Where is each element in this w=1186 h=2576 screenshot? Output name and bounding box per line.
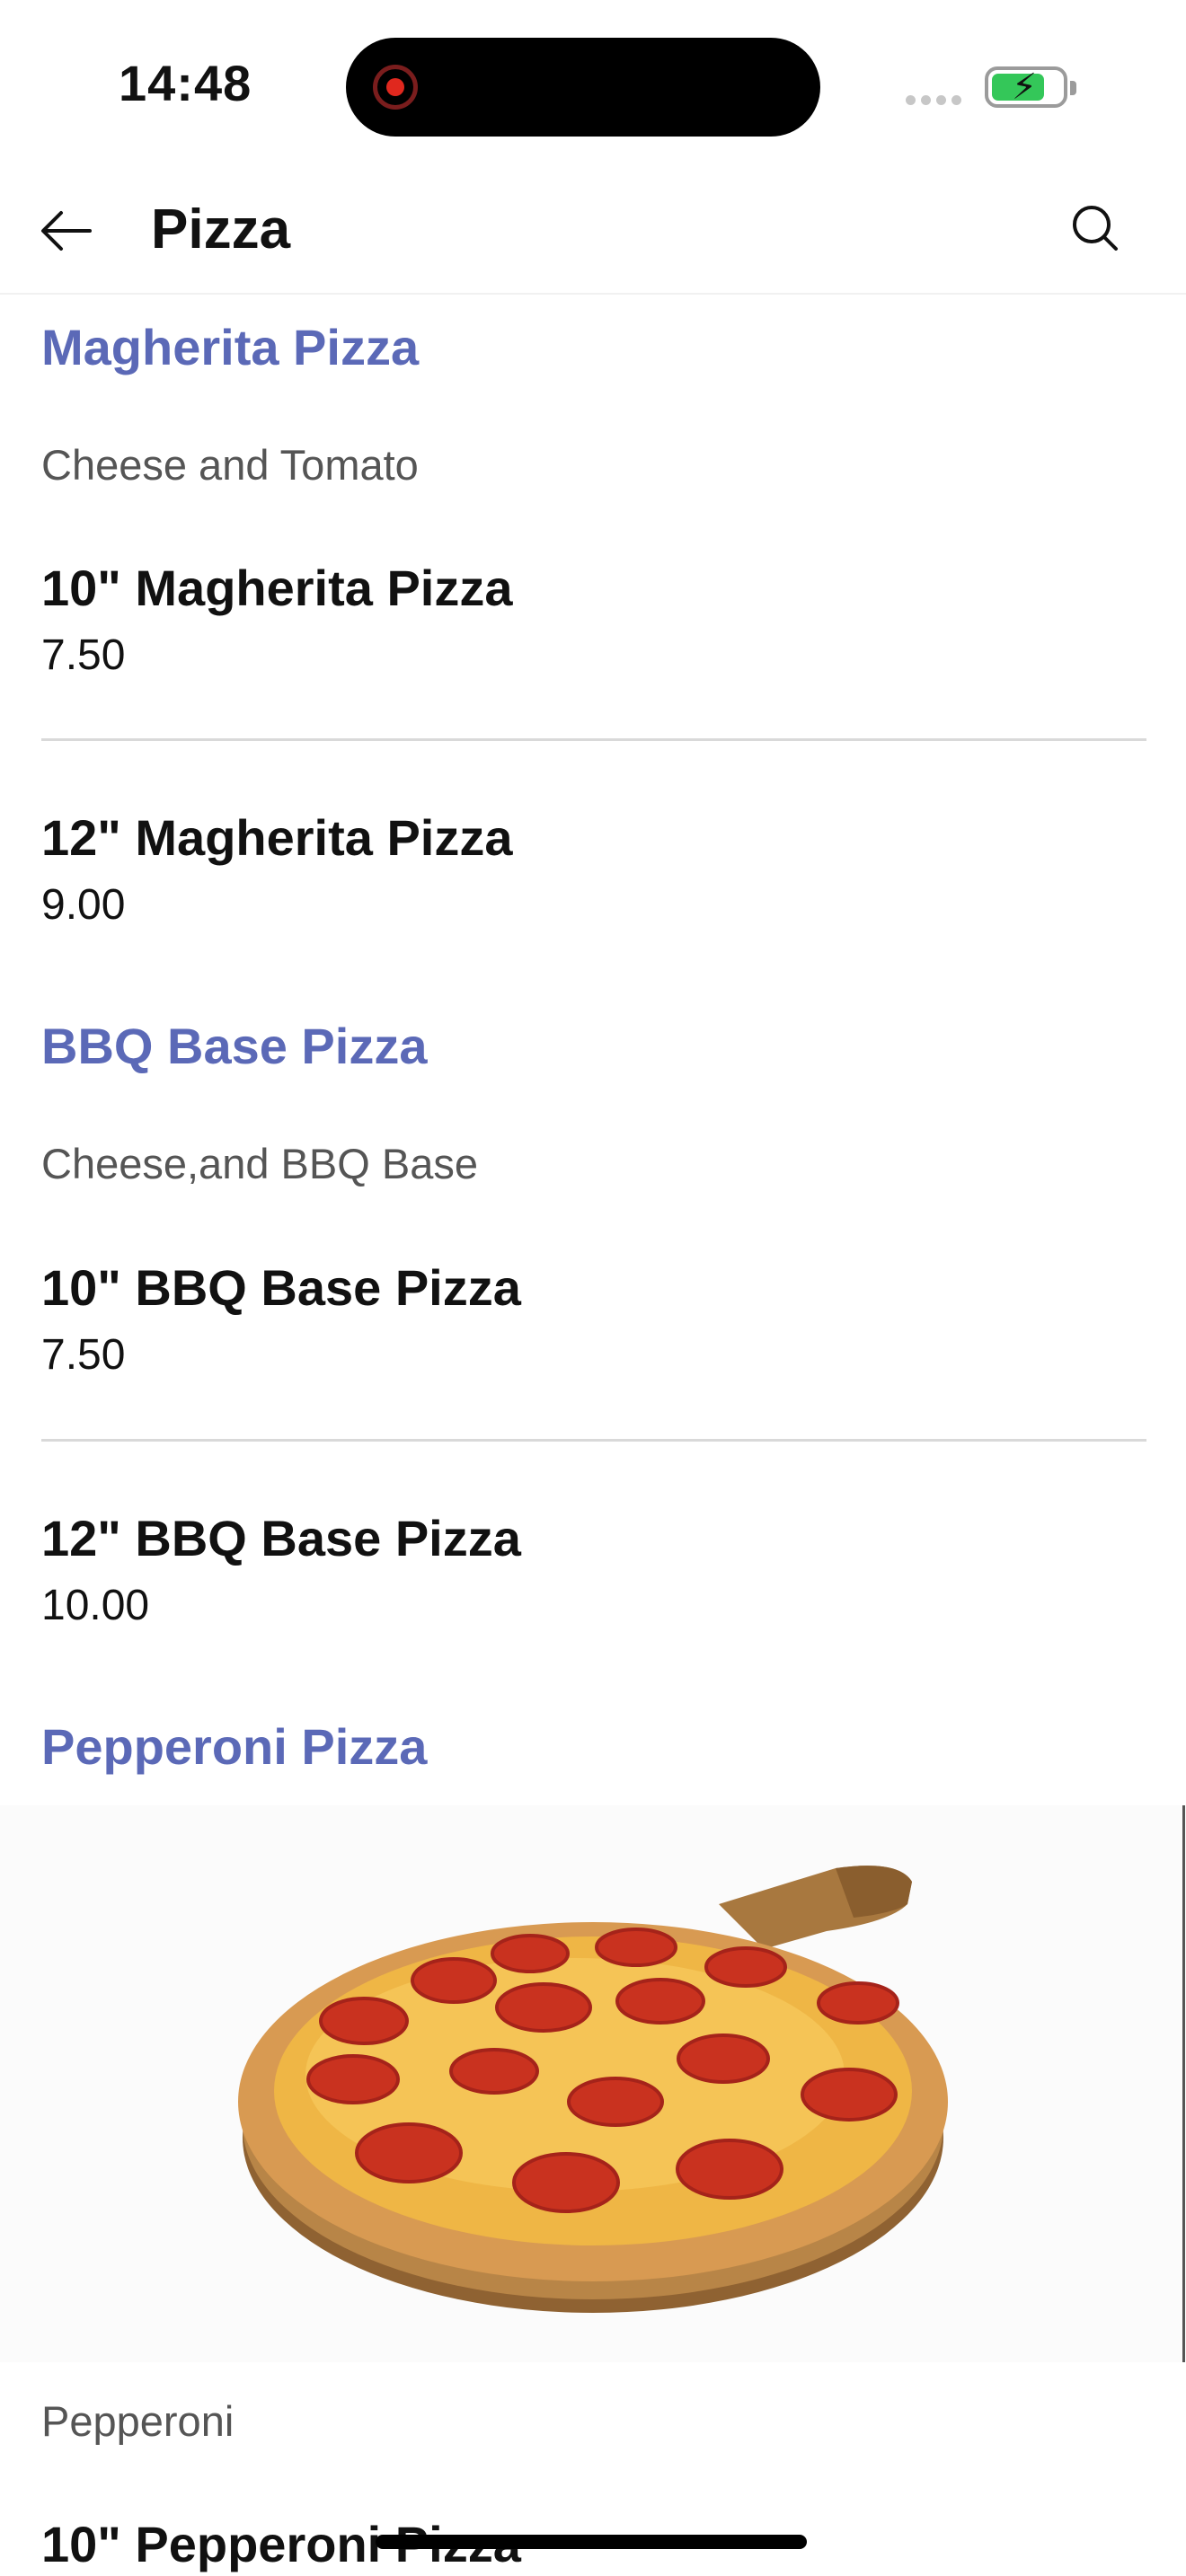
section-description: Pepperoni <box>41 2397 235 2445</box>
item-name: 10" BBQ Base Pizza <box>41 1259 521 1316</box>
item-name: 12" BBQ Base Pizza <box>41 1510 521 1566</box>
item-price: 10.00 <box>41 1582 150 1629</box>
app-header: Pizza <box>0 171 1186 295</box>
item-divider <box>41 1439 1146 1442</box>
screen-recording-icon <box>373 65 418 110</box>
screen: 14:48 ⚡ Pizza Magherita Pizza Cheese and… <box>0 0 1186 2576</box>
scroll-indicator[interactable] <box>1182 1805 1185 2362</box>
menu-list: Magherita Pizza Cheese and Tomato 10" Ma… <box>0 296 1186 2576</box>
item-name: 12" Magherita Pizza <box>41 809 513 866</box>
dynamic-island <box>346 38 820 137</box>
battery-charging-icon: ⚡ <box>985 66 1076 108</box>
section-description: Cheese and Tomato <box>41 441 419 489</box>
section-description: Cheese,and BBQ Base <box>41 1140 478 1187</box>
section-title: Pepperoni Pizza <box>41 1718 428 1775</box>
item-price: 7.50 <box>41 631 126 679</box>
page-title: Pizza <box>151 198 291 260</box>
item-price: 9.00 <box>41 881 126 929</box>
back-button[interactable] <box>36 199 99 262</box>
arrow-left-icon <box>41 211 92 251</box>
item-divider <box>41 738 1146 741</box>
search-icon <box>1073 206 1118 251</box>
search-button[interactable] <box>1064 198 1127 260</box>
status-time: 14:48 <box>119 55 252 111</box>
home-indicator[interactable] <box>376 2535 807 2549</box>
item-name: 10" Magherita Pizza <box>41 560 513 616</box>
section-title: Magherita Pizza <box>41 319 420 375</box>
status-bar: 14:48 ⚡ <box>0 0 1186 171</box>
signal-icon <box>906 93 967 110</box>
pepperoni-pizza-photo <box>0 1805 1186 2362</box>
item-price: 7.50 <box>41 1331 126 1379</box>
section-title: BBQ Base Pizza <box>41 1018 428 1074</box>
